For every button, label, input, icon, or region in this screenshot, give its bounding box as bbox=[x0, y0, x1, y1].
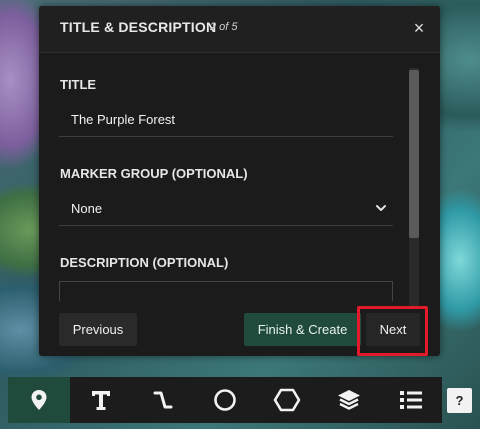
dialog-header: TITLE & DESCRIPTION 2 of 5 × bbox=[39, 6, 440, 53]
tool-layers[interactable] bbox=[318, 377, 380, 423]
dialog-body: TITLE The Purple Forest MARKER GROUP (OP… bbox=[39, 53, 440, 301]
description-label: DESCRIPTION (OPTIONAL) bbox=[60, 255, 229, 270]
marker-group-select[interactable]: None bbox=[59, 192, 393, 226]
dialog-title: TITLE & DESCRIPTION bbox=[60, 19, 217, 35]
dialog-scrollbar-thumb[interactable] bbox=[409, 70, 419, 238]
hexagon-icon bbox=[273, 388, 301, 412]
marker-group-label: MARKER GROUP (OPTIONAL) bbox=[60, 166, 248, 181]
title-description-dialog: TITLE & DESCRIPTION 2 of 5 × TITLE The P… bbox=[39, 6, 440, 356]
dialog-step-indicator: 2 of 5 bbox=[210, 21, 238, 33]
tool-polygon[interactable] bbox=[256, 377, 318, 423]
map-pin-icon bbox=[30, 389, 48, 411]
previous-button[interactable]: Previous bbox=[59, 313, 137, 346]
tool-text[interactable] bbox=[70, 377, 132, 423]
description-textarea[interactable] bbox=[59, 281, 393, 301]
title-input-value: The Purple Forest bbox=[71, 112, 176, 127]
finish-create-button[interactable]: Finish & Create bbox=[244, 313, 361, 346]
tool-line[interactable] bbox=[132, 377, 194, 423]
close-button[interactable]: × bbox=[410, 18, 428, 38]
drawing-toolbar bbox=[8, 377, 442, 423]
list-icon bbox=[399, 389, 423, 411]
dialog-footer: Previous Finish & Create Next bbox=[39, 302, 440, 356]
tool-circle[interactable] bbox=[194, 377, 256, 423]
layers-icon bbox=[336, 388, 362, 412]
tool-marker[interactable] bbox=[8, 377, 70, 423]
tool-list[interactable] bbox=[380, 377, 442, 423]
help-button[interactable]: ? bbox=[447, 388, 472, 413]
marker-group-value: None bbox=[71, 201, 103, 216]
path-icon bbox=[152, 389, 174, 411]
title-input[interactable]: The Purple Forest bbox=[59, 103, 393, 137]
text-icon bbox=[90, 389, 112, 411]
chevron-down-icon bbox=[375, 192, 387, 226]
circle-icon bbox=[213, 388, 237, 412]
title-label: TITLE bbox=[60, 77, 97, 92]
next-button[interactable]: Next bbox=[366, 313, 420, 346]
